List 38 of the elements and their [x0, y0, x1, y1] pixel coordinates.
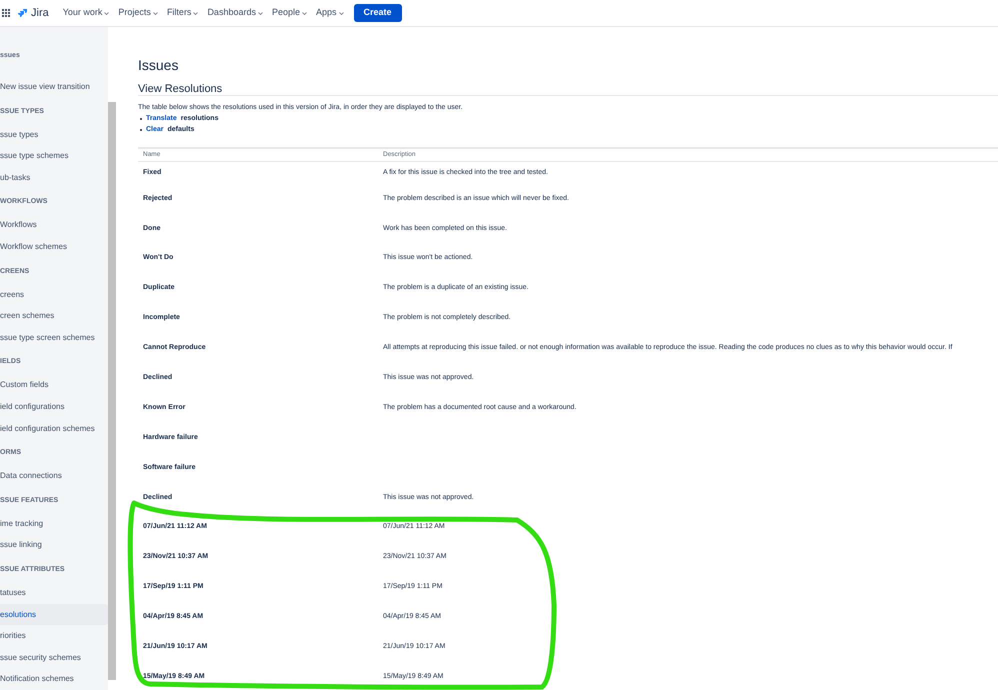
sidebar-item[interactable]: Workflows: [0, 214, 108, 236]
sidebar-item[interactable]: ield configuration schemes: [0, 418, 108, 440]
sidebar-item[interactable]: ssue type screen schemes: [0, 326, 108, 348]
sidebar-item[interactable]: ssue type schemes: [0, 145, 108, 167]
app-switcher-icon[interactable]: [2, 9, 10, 17]
sidebar-item[interactable]: ime tracking: [0, 512, 108, 534]
sidebar-item[interactable]: ub-tasks: [0, 166, 108, 188]
sidebar-item[interactable]: Workflow schemes: [0, 236, 108, 258]
logo-icon: [18, 8, 28, 18]
sidebar-item[interactable]: esolutions: [0, 604, 108, 626]
sidebar-item[interactable]: riorities: [0, 625, 108, 647]
sidebar-item[interactable]: ield configurations: [0, 396, 108, 418]
sidebar-item[interactable]: ssue linking: [0, 534, 108, 556]
nav-menu[interactable]: People: [272, 6, 307, 20]
sidebar-item[interactable]: ssue types: [0, 124, 108, 146]
nav-menu[interactable]: Your work: [62, 6, 110, 20]
nav-menu[interactable]: Dashboards: [207, 6, 263, 20]
nav-menu[interactable]: Projects: [118, 6, 158, 20]
page-title: Issues: [138, 56, 180, 75]
nav-menu[interactable]: Apps: [316, 6, 344, 20]
sidebar-item[interactable]: creens: [0, 284, 108, 306]
chevron-icon: [302, 12, 307, 14]
sidebar-item[interactable]: creen schemes: [0, 305, 108, 327]
chevron-icon: [338, 12, 344, 14]
nav-menu[interactable]: Filters: [166, 6, 198, 20]
sidebar-item[interactable]: Custom fields: [0, 374, 108, 396]
section-title: View Resolutions: [138, 82, 998, 96]
sidebar-item[interactable]: New issue view transition: [0, 76, 108, 98]
create-button[interactable]: Create: [354, 4, 402, 22]
sidebar-item[interactable]: Notification schemes: [0, 668, 108, 690]
product-name[interactable]: Jira: [31, 4, 49, 22]
chevron-icon: [258, 12, 263, 14]
sidebar-item[interactable]: tatuses: [0, 582, 108, 604]
chevron-icon: [193, 12, 198, 14]
chevron-icon: [152, 12, 158, 14]
sidebar-item[interactable]: ssue security schemes: [0, 646, 108, 668]
chevron-icon: [104, 12, 110, 14]
sidebar-item[interactable]: Data connections: [0, 465, 108, 487]
